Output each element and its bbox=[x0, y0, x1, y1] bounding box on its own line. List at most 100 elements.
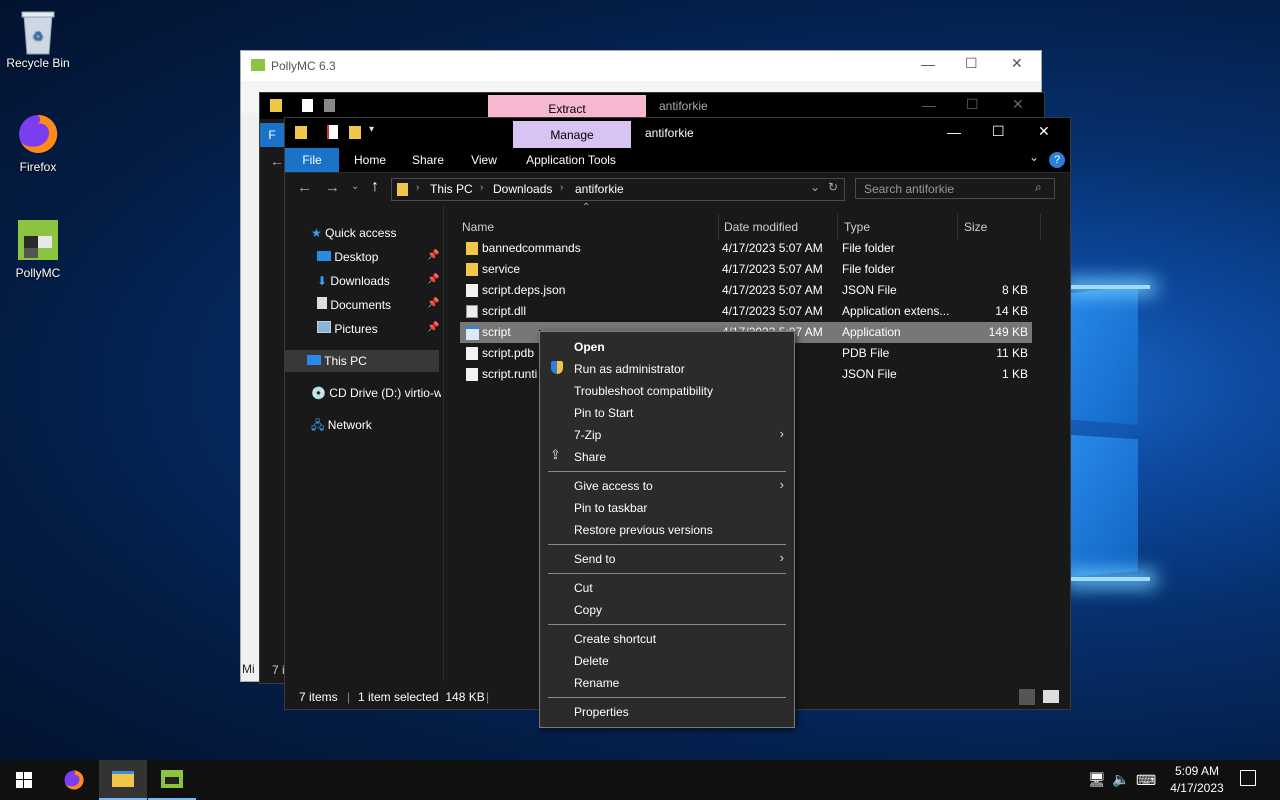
submenu-arrow-icon: › bbox=[779, 477, 784, 492]
tab-file[interactable]: File bbox=[285, 148, 339, 172]
minimize-button[interactable]: — bbox=[922, 97, 936, 113]
nav-this-pc[interactable]: This PC bbox=[285, 350, 439, 372]
file-row[interactable]: bannedcommands 4/17/2023 5:07 AM File fold… bbox=[460, 238, 1032, 259]
breadcrumb-this-pc[interactable]: This PC bbox=[430, 182, 473, 196]
details-view-icon[interactable] bbox=[1019, 689, 1035, 705]
desktop-icon bbox=[317, 251, 331, 261]
menu-run-as-administrator[interactable]: Run as administrator bbox=[574, 358, 685, 380]
file-name: bannedcommands bbox=[482, 241, 581, 255]
tab-view[interactable]: View bbox=[461, 148, 507, 172]
recent-locations-icon[interactable]: ⌄ bbox=[351, 181, 359, 192]
close-button[interactable]: ✕ bbox=[1038, 123, 1050, 140]
nav-downloads[interactable]: ⬇ Downloads bbox=[317, 270, 390, 292]
address-dropdown-icon[interactable]: ⌄ bbox=[810, 180, 820, 194]
taskbar-file-explorer[interactable] bbox=[99, 760, 147, 800]
maximize-button[interactable]: ☐ bbox=[965, 55, 978, 72]
clock-time[interactable]: 5:09 AM bbox=[1172, 764, 1222, 778]
menu-open[interactable]: Open bbox=[574, 336, 605, 358]
back-arrow-icon[interactable]: ← bbox=[270, 153, 284, 169]
taskbar-firefox[interactable] bbox=[50, 760, 98, 800]
large-icons-view-icon[interactable] bbox=[1043, 690, 1059, 703]
menu-delete[interactable]: Delete bbox=[574, 650, 609, 672]
back-explorer-title: antiforkie bbox=[659, 99, 708, 113]
tab-share[interactable]: Share bbox=[403, 148, 453, 172]
documents-icon bbox=[317, 297, 327, 309]
maximize-button[interactable]: ☐ bbox=[966, 96, 979, 113]
clock-date[interactable]: 4/17/2023 bbox=[1165, 781, 1229, 795]
menu-cut[interactable]: Cut bbox=[574, 577, 593, 599]
network-icon: 🖧 bbox=[311, 418, 325, 432]
menu-create-shortcut[interactable]: Create shortcut bbox=[574, 628, 656, 650]
file-row[interactable]: script.deps.json 4/17/2023 5:07 AM JSON Fi… bbox=[460, 280, 1032, 301]
close-button[interactable]: ✕ bbox=[1012, 96, 1024, 113]
status-separator: | bbox=[486, 690, 490, 704]
menu-restore-previous-versions[interactable]: Restore previous versions bbox=[574, 519, 713, 541]
action-center-icon[interactable] bbox=[1240, 770, 1256, 786]
back-arrow-icon[interactable]: ← bbox=[297, 179, 312, 196]
column-size[interactable]: Size bbox=[957, 214, 1041, 240]
ribbon-expand-icon[interactable]: ⌄ bbox=[1029, 150, 1039, 164]
maximize-button[interactable]: ☐ bbox=[992, 123, 1005, 140]
menu-send-to[interactable]: Send to bbox=[574, 548, 615, 570]
nav-network[interactable]: 🖧 Network bbox=[311, 414, 372, 436]
menu-7zip[interactable]: 7-Zip bbox=[574, 424, 601, 446]
close-button[interactable]: ✕ bbox=[1011, 55, 1023, 72]
new-folder-icon[interactable] bbox=[349, 126, 361, 139]
nav-desktop[interactable]: Desktop bbox=[317, 246, 378, 268]
menu-separator bbox=[548, 573, 786, 574]
properties-icon[interactable] bbox=[327, 125, 338, 139]
application-icon bbox=[466, 326, 479, 340]
menu-copy[interactable]: Copy bbox=[574, 599, 602, 621]
start-button[interactable] bbox=[0, 760, 48, 800]
recycle-bin-shortcut[interactable]: ♻ Recycle Bin bbox=[0, 8, 76, 70]
search-input[interactable]: Search antiforkie bbox=[855, 178, 1055, 199]
menu-share[interactable]: Share bbox=[574, 446, 606, 468]
back-file-tab[interactable]: F bbox=[260, 123, 284, 147]
file-date: 4/17/2023 5:07 AM bbox=[722, 304, 823, 318]
network-status-icon[interactable]: 🖥 bbox=[1088, 771, 1106, 788]
file-row[interactable]: script.dll 4/17/2023 5:07 AM Application e… bbox=[460, 301, 1032, 322]
firefox-icon bbox=[16, 112, 60, 156]
column-type[interactable]: Type bbox=[837, 214, 958, 240]
firefox-shortcut[interactable]: Firefox bbox=[0, 112, 76, 174]
pollymc-label: PollyMC bbox=[15, 266, 61, 280]
manage-tab[interactable]: Manage bbox=[513, 121, 631, 148]
file-row[interactable]: service 4/17/2023 5:07 AM File folder bbox=[460, 259, 1032, 280]
pin-icon: 📌 bbox=[427, 274, 440, 285]
taskbar-pollymc[interactable] bbox=[148, 760, 196, 800]
tab-home[interactable]: Home bbox=[345, 148, 395, 172]
volume-muted-icon[interactable]: 🔈 bbox=[1112, 771, 1129, 788]
tab-application-tools[interactable]: Application Tools bbox=[519, 148, 623, 172]
up-arrow-icon[interactable]: ↑ bbox=[371, 178, 379, 196]
column-date-modified[interactable]: Date modified bbox=[718, 214, 838, 240]
refresh-icon[interactable]: ↻ bbox=[828, 180, 838, 194]
address-bar[interactable]: › This PC › Downloads › antiforkie ⌄ ↻ bbox=[391, 178, 845, 201]
menu-give-access-to[interactable]: Give access to bbox=[574, 475, 653, 497]
menu-properties[interactable]: Properties bbox=[574, 701, 629, 723]
minimize-button[interactable]: — bbox=[947, 124, 961, 140]
file-date: 4/17/2023 5:07 AM bbox=[722, 283, 823, 297]
extract-tab[interactable]: Extract bbox=[488, 95, 646, 119]
menu-troubleshoot-compatibility[interactable]: Troubleshoot compatibility bbox=[574, 380, 713, 402]
forward-arrow-icon[interactable]: → bbox=[325, 179, 340, 196]
pollymc-shortcut[interactable]: PollyMC bbox=[0, 218, 76, 280]
nav-cd-drive[interactable]: 💿 CD Drive (D:) virtio-w bbox=[311, 382, 441, 404]
nav-pictures[interactable]: Pictures bbox=[317, 318, 378, 340]
menu-separator bbox=[548, 697, 786, 698]
help-icon[interactable]: ? bbox=[1049, 152, 1065, 168]
menu-rename[interactable]: Rename bbox=[574, 672, 619, 694]
menu-pin-to-taskbar[interactable]: Pin to taskbar bbox=[574, 497, 647, 519]
quick-access-dropdown-icon[interactable]: ▾ bbox=[369, 124, 374, 135]
breadcrumb-downloads[interactable]: Downloads bbox=[493, 182, 552, 196]
nav-quick-access[interactable]: ★ Quick access bbox=[311, 222, 396, 244]
nav-label: CD Drive (D:) virtio-w bbox=[329, 386, 441, 400]
submenu-arrow-icon: › bbox=[779, 426, 784, 441]
file-type: JSON File bbox=[842, 367, 897, 381]
menu-pin-to-start[interactable]: Pin to Start bbox=[574, 402, 633, 424]
breadcrumb-antiforkie[interactable]: antiforkie bbox=[575, 182, 624, 196]
minimize-button[interactable]: — bbox=[921, 56, 935, 72]
keyboard-icon[interactable]: ⌨ bbox=[1136, 772, 1156, 789]
file-type: File folder bbox=[842, 262, 895, 276]
column-name[interactable]: Name bbox=[462, 214, 712, 240]
nav-documents[interactable]: Documents bbox=[317, 294, 391, 316]
